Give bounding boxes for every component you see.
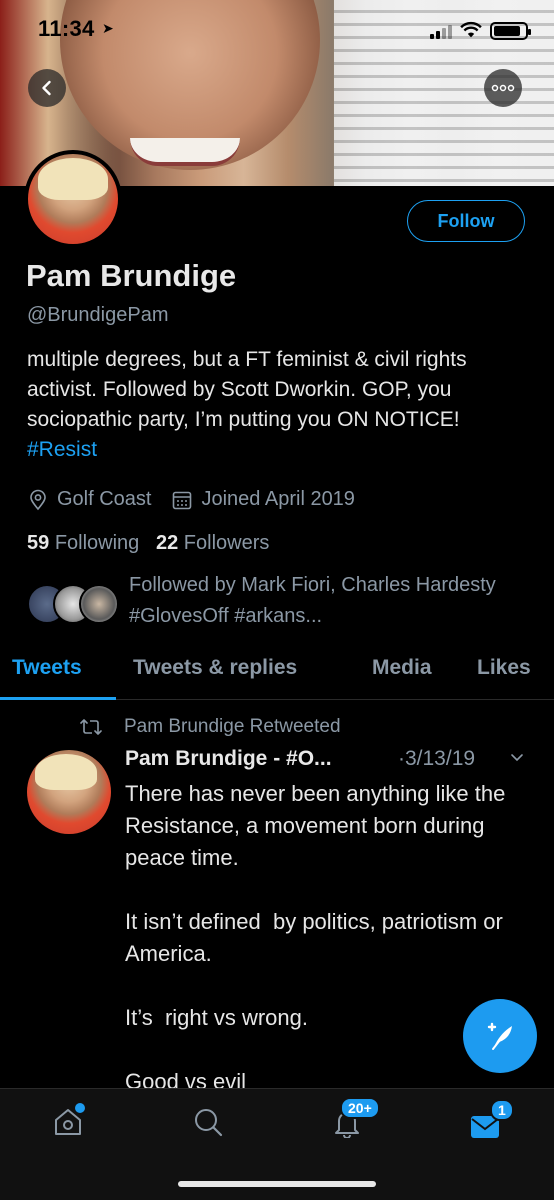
calendar-icon: [173, 491, 192, 509]
followed-by-avatars: [27, 584, 119, 624]
cellular-signal-icon: [430, 25, 452, 39]
retweet-label-text: Pam Brundige Retweeted: [124, 716, 341, 737]
compose-tweet-button[interactable]: [463, 999, 537, 1073]
search-icon[interactable]: [192, 1106, 224, 1138]
home-unread-dot: [75, 1103, 85, 1113]
bio-hashtag-link[interactable]: #Resist: [27, 438, 97, 461]
wifi-icon: [460, 21, 482, 38]
retweet-icon: [80, 719, 102, 735]
more-dots-icon: [491, 84, 515, 92]
profile-bio: multiple degrees, but a FT feminist & ci…: [27, 345, 532, 465]
tweet-date: ·3/13/19: [398, 747, 476, 770]
home-indicator-bar: [178, 1181, 376, 1187]
profile-joined: Joined April 2019: [201, 488, 355, 510]
followed-by-text: Followed by Mark Fiori, Charles Hardesty…: [129, 574, 496, 627]
followers-link[interactable]: 22 Followers: [156, 532, 269, 554]
more-options-button[interactable]: [484, 69, 522, 107]
tweet-author-name[interactable]: Pam Brundige - #O...: [125, 747, 332, 771]
messages-badge: 1: [490, 1099, 514, 1121]
location-pin-icon: [30, 489, 46, 510]
back-button[interactable]: [28, 69, 66, 107]
battery-icon: [490, 22, 531, 40]
follow-button[interactable]: Follow: [407, 200, 525, 242]
tweet-author-avatar[interactable]: [27, 750, 111, 834]
location-arrow-icon: ➤: [102, 20, 114, 36]
following-link[interactable]: 59 Following: [27, 532, 139, 554]
tab-tweets[interactable]: Tweets: [12, 656, 82, 680]
bio-text: multiple degrees, but a FT feminist & ci…: [27, 348, 467, 431]
profile-tabs: Tweets Tweets & replies Media Likes: [0, 650, 554, 700]
status-bar: 11:34 ➤: [0, 0, 554, 60]
tab-tweets-replies[interactable]: Tweets & replies: [133, 656, 297, 680]
profile-name: Pam Brundige: [26, 258, 237, 293]
compose-feather-icon: [487, 1022, 512, 1050]
tab-likes[interactable]: Likes: [477, 656, 531, 680]
followed-by-row[interactable]: Followed by Mark Fiori, Charles Hardesty…: [27, 570, 537, 634]
chevron-left-icon: [42, 80, 51, 96]
banner-smile: [130, 138, 240, 166]
avatar: [79, 584, 119, 624]
profile-meta: Golf Coast Joined April 2019: [27, 488, 355, 511]
chevron-down-icon[interactable]: [510, 750, 524, 769]
profile-handle: @BrundigePam: [27, 304, 169, 326]
retweet-label: Pam Brundige Retweeted: [80, 716, 341, 738]
profile-avatar[interactable]: [24, 150, 122, 248]
notifications-badge: 20+: [340, 1097, 380, 1119]
status-time: 11:34: [38, 16, 95, 41]
profile-location: Golf Coast: [57, 488, 152, 510]
active-tab-indicator: [0, 697, 116, 700]
profile-counts: 59 Following 22 Followers: [27, 532, 269, 555]
tab-media[interactable]: Media: [372, 656, 432, 680]
